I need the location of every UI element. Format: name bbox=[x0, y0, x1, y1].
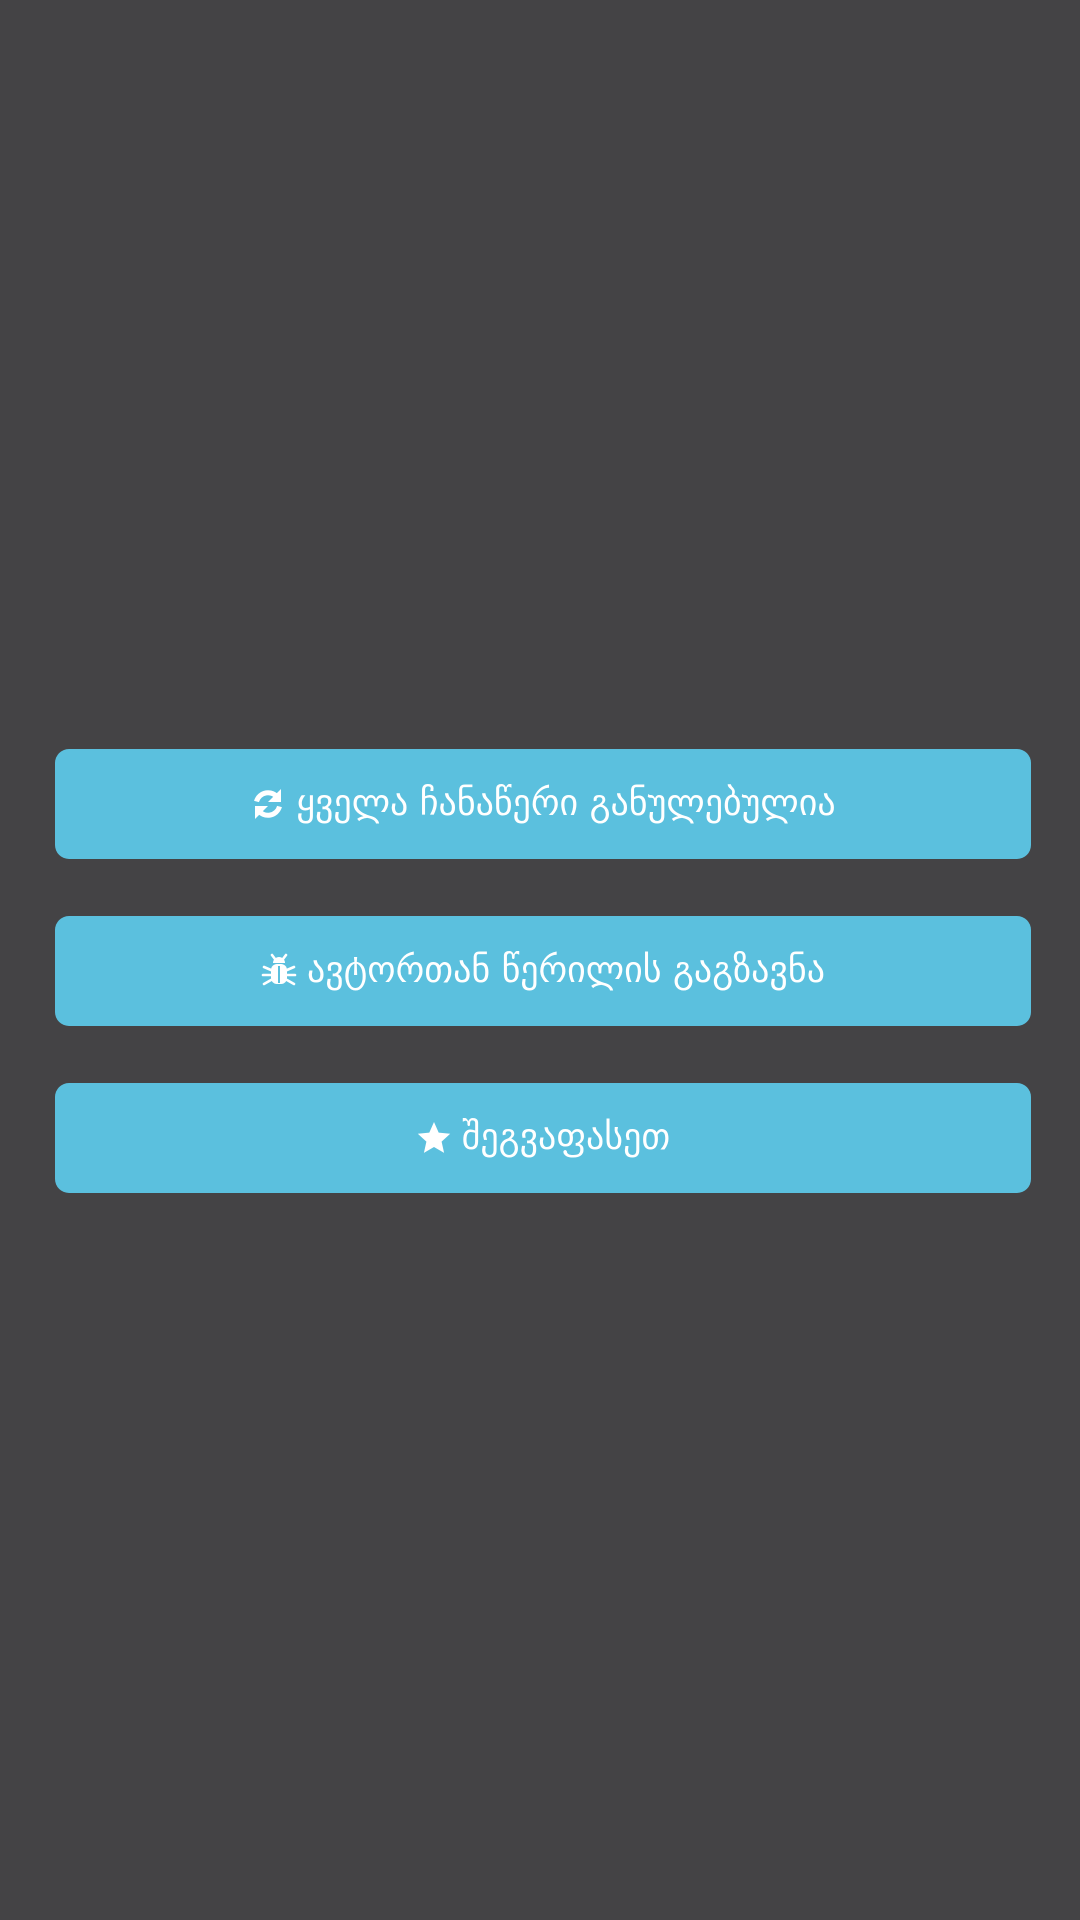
rate-us-button[interactable]: შეგვაფასეთ bbox=[55, 1083, 1031, 1193]
rate-us-label: შეგვაფასეთ bbox=[461, 1117, 671, 1158]
reset-records-button[interactable]: ყველა ჩანაწერი განულებულია bbox=[55, 749, 1031, 859]
bug-icon bbox=[261, 953, 297, 989]
contact-author-button[interactable]: ავტორთან წერილის გაგზავნა bbox=[55, 916, 1031, 1026]
reset-records-label: ყველა ჩანაწერი განულებულია bbox=[296, 783, 836, 824]
refresh-icon bbox=[250, 786, 286, 822]
main-screen: ყველა ჩანაწერი განულებულია ავტორთან წერი… bbox=[0, 0, 1080, 1920]
star-icon bbox=[416, 1120, 452, 1156]
contact-author-label: ავტორთან წერილის გაგზავნა bbox=[307, 950, 825, 991]
